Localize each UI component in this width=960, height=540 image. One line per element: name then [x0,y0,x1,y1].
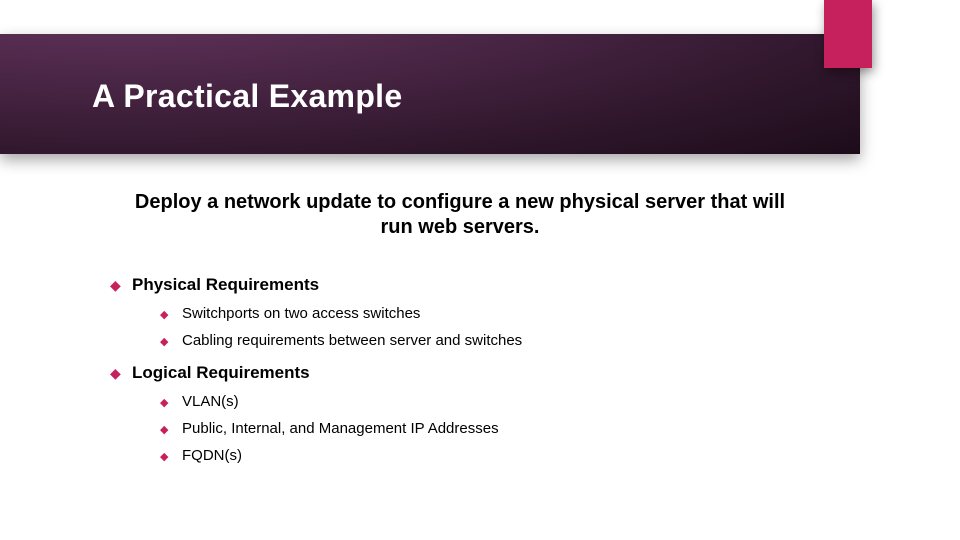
section: ◆ Physical Requirements ◆ Switchports on… [110,275,900,349]
section: ◆ Logical Requirements ◆ VLAN(s) ◆ Publi… [110,363,900,464]
diamond-bullet-icon: ◆ [160,423,182,436]
list-item: ◆ VLAN(s) [160,393,900,410]
slide-body: ◆ Physical Requirements ◆ Switchports on… [110,275,900,478]
diamond-bullet-icon: ◆ [110,277,132,294]
section-heading: Logical Requirements [132,363,310,383]
list-item-text: Public, Internal, and Management IP Addr… [182,420,499,437]
diamond-bullet-icon: ◆ [110,365,132,382]
list-item: ◆ Public, Internal, and Management IP Ad… [160,420,900,437]
list-item: ◆ FQDN(s) [160,447,900,464]
list-item-text: VLAN(s) [182,393,239,410]
list-item-text: Switchports on two access switches [182,305,420,322]
slide: A Practical Example Deploy a network upd… [0,0,960,540]
section-heading: Physical Requirements [132,275,319,295]
accent-tab [824,0,872,68]
list-item: ◆ Cabling requirements between server an… [160,332,900,349]
diamond-bullet-icon: ◆ [160,396,182,409]
diamond-bullet-icon: ◆ [160,450,182,463]
list-item-text: FQDN(s) [182,447,242,464]
list-item-text: Cabling requirements between server and … [182,332,522,349]
list-item: ◆ Switchports on two access switches [160,305,900,322]
slide-title: A Practical Example [92,78,402,115]
diamond-bullet-icon: ◆ [160,308,182,321]
slide-subtitle: Deploy a network update to configure a n… [130,190,790,240]
diamond-bullet-icon: ◆ [160,335,182,348]
